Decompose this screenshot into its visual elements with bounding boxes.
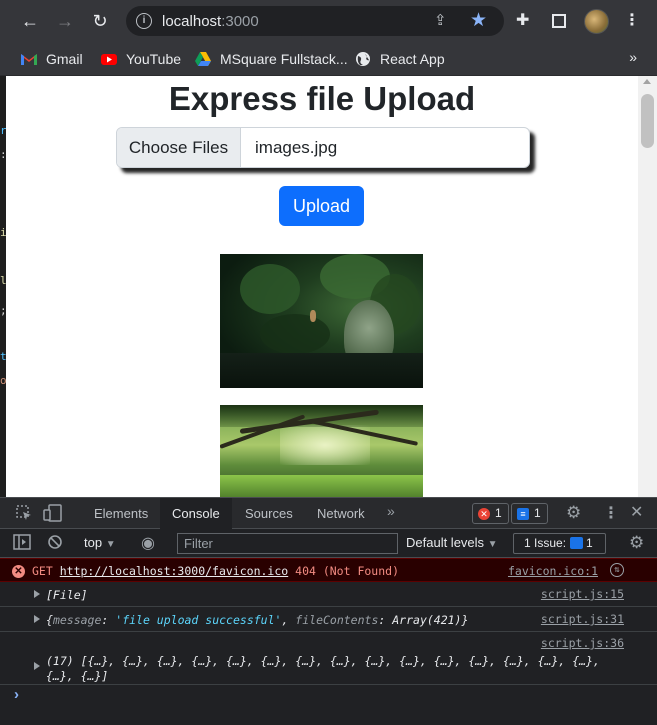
live-expression-eye-icon[interactable]: ◉ — [141, 533, 155, 553]
log-source-link[interactable]: script.js:36 — [541, 636, 624, 650]
globe-icon — [354, 51, 372, 67]
more-tabs-button[interactable]: » — [387, 503, 395, 519]
devtools-tabbar: Elements Console Sources Network » ✕ 1 ≡ 1… — [0, 498, 657, 529]
context-selector[interactable]: top ▼ — [84, 535, 116, 550]
error-icon: ✕ — [478, 508, 490, 520]
youtube-icon — [100, 51, 118, 67]
chevron-down-icon: ▼ — [105, 539, 116, 550]
bookmarks-overflow-button[interactable]: » — [629, 49, 637, 65]
tab-sources[interactable]: Sources — [233, 498, 305, 529]
browser-window: ← → ↻ i localhost:3000 ⇪ ★ ✚ ⋮ Gmail You… — [0, 0, 657, 725]
inspect-element-icon[interactable] — [15, 504, 33, 526]
bookmark-gmail[interactable]: Gmail — [20, 48, 83, 70]
profile-avatar[interactable] — [584, 9, 609, 34]
expand-triangle-icon[interactable] — [34, 662, 40, 670]
message-icon: ≡ — [517, 508, 529, 520]
scroll-thumb[interactable] — [641, 94, 654, 148]
page-scrollbar[interactable] — [638, 76, 657, 497]
bookmark-star-icon[interactable]: ★ — [470, 9, 487, 32]
browser-toolbar: ← → ↻ i localhost:3000 ⇪ ★ ✚ ⋮ — [0, 0, 657, 42]
page-viewport: r : i l ; t o Express file Upload Choose… — [0, 76, 657, 497]
devtools-menu-icon[interactable]: ⋮ — [603, 503, 619, 523]
back-icon[interactable]: ← — [18, 9, 42, 33]
expand-triangle-icon[interactable] — [34, 590, 40, 598]
expand-triangle-icon[interactable] — [34, 615, 40, 623]
file-input[interactable]: Choose Files images.jpg — [116, 127, 530, 168]
choose-files-button[interactable]: Choose Files — [117, 128, 241, 167]
uploaded-image-forest-lake — [220, 254, 423, 388]
chevron-down-icon: ▼ — [487, 539, 498, 550]
tab-console[interactable]: Console — [160, 498, 232, 529]
device-toolbar-icon[interactable] — [43, 504, 63, 526]
log-source-link[interactable]: script.js:31 — [541, 612, 624, 626]
console-filter-input[interactable]: Filter — [177, 533, 398, 554]
reload-icon[interactable]: ↻ — [88, 9, 112, 33]
web-page: Express file Upload Choose Files images.… — [6, 76, 638, 497]
console-settings-gear-icon[interactable]: ⚙ — [629, 533, 644, 553]
tab-elements[interactable]: Elements — [82, 498, 160, 529]
bookmark-youtube[interactable]: YouTube — [100, 48, 181, 70]
site-info-icon[interactable]: i — [136, 13, 152, 29]
settings-gear-icon[interactable]: ⚙ — [566, 503, 581, 523]
console-log-entry[interactable]: script.js:36 (17) [{…}, {…}, {…}, {…}, {… — [0, 632, 657, 685]
console-log-entry[interactable]: {message: 'file upload successful', file… — [0, 607, 657, 632]
error-icon: ✕ — [12, 565, 25, 578]
upload-button[interactable]: Upload — [279, 186, 364, 226]
bookmarks-bar: Gmail YouTube MSquare Fullstack... React… — [0, 42, 657, 76]
bookmark-msquare[interactable]: MSquare Fullstack... — [194, 48, 348, 70]
bookmark-react-app[interactable]: React App — [354, 48, 445, 70]
clear-console-icon[interactable] — [47, 534, 63, 554]
error-url-link[interactable]: http://localhost:3000/favicon.ico — [60, 564, 288, 578]
uploaded-image-tree-river — [220, 405, 423, 497]
url-text[interactable]: localhost:3000 — [162, 13, 259, 30]
side-panel-icon[interactable] — [552, 14, 566, 28]
gmail-icon — [20, 51, 38, 67]
forward-icon[interactable]: → — [53, 9, 77, 33]
devtools-panel: Elements Console Sources Network » ✕ 1 ≡ 1… — [0, 497, 657, 725]
close-devtools-icon[interactable]: ✕ — [630, 502, 643, 522]
menu-icon[interactable]: ⋮ — [624, 10, 640, 30]
selected-file-name: images.jpg — [255, 138, 338, 157]
console-prompt[interactable]: › — [14, 686, 19, 703]
page-title: Express file Upload — [168, 80, 476, 117]
log-levels-dropdown[interactable]: Default levels ▼ — [406, 535, 498, 550]
extensions-icon[interactable]: ✚ — [516, 10, 529, 30]
scroll-up-icon[interactable] — [643, 79, 651, 84]
sidebar-toggle-icon[interactable] — [13, 534, 31, 554]
issues-button[interactable]: 1 Issue: 1 — [513, 533, 606, 554]
console-error-entry[interactable]: ✕ GET http://localhost:3000/favicon.ico … — [0, 558, 657, 582]
error-count-badge[interactable]: ✕ 1 — [472, 503, 509, 524]
log-source-link[interactable]: script.js:15 — [541, 587, 624, 601]
share-icon[interactable]: ⇪ — [434, 11, 447, 29]
tab-network[interactable]: Network — [305, 498, 377, 529]
message-count-badge[interactable]: ≡ 1 — [511, 503, 548, 524]
address-bar[interactable]: i localhost:3000 ⇪ ★ — [126, 6, 504, 36]
issue-icon — [570, 537, 584, 549]
console-toolbar: top ▼ ◉ Filter Default levels ▼ 1 Issue:… — [0, 529, 657, 558]
error-source-link[interactable]: favicon.ico:1 — [508, 564, 598, 578]
drive-icon — [194, 51, 212, 67]
network-request-icon[interactable]: ⇅ — [610, 563, 624, 577]
console-log-entry[interactable]: [File] script.js:15 — [0, 582, 657, 607]
